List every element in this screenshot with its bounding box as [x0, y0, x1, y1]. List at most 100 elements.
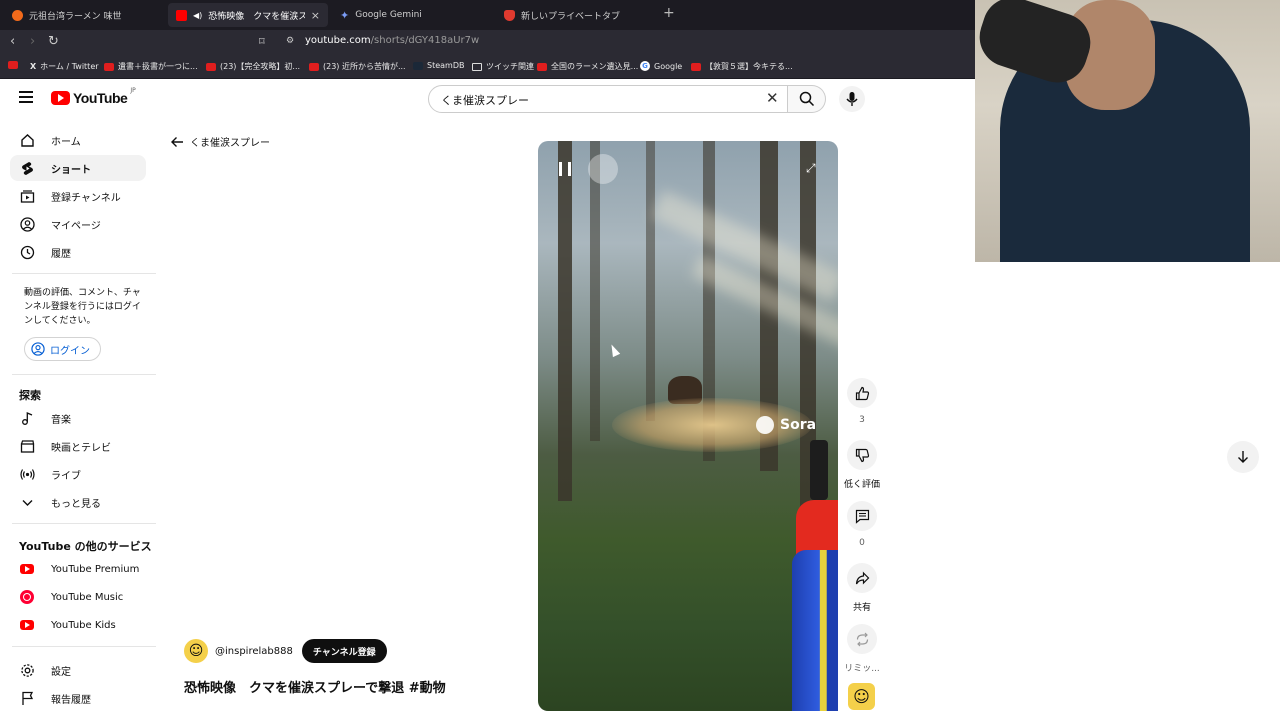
sidebar-item-label: 報告履歴 — [51, 694, 91, 706]
sidebar-item-label: ショート — [51, 164, 91, 176]
services-heading: YouTube の他のサービス — [19, 540, 152, 553]
tab-gemini[interactable]: ✦ Google Gemini — [332, 3, 492, 27]
sidebar-item-label: マイページ — [51, 220, 101, 232]
bookmark-item[interactable]: SteamDB — [413, 61, 464, 70]
sidebar-item-live[interactable]: ライブ — [10, 461, 146, 487]
sidebar-item-movies[interactable]: 映画とテレビ — [10, 433, 146, 459]
sidebar-item-youtube-kids[interactable]: YouTube Kids — [10, 612, 146, 638]
smiley-face-icon: ☺ — [853, 687, 870, 706]
bookmark-item[interactable]: 全国のラーメン遺込見... — [537, 61, 638, 72]
sidebar-item-settings[interactable]: 設定 — [10, 657, 146, 683]
remix-action: リミッ... — [844, 624, 880, 674]
sidebar-item-youtube-premium[interactable]: YouTube Premium — [10, 556, 146, 582]
comment-button[interactable] — [847, 501, 877, 531]
youtube-premium-icon — [19, 561, 35, 577]
remix-icon — [856, 632, 868, 646]
sidebar-item-more[interactable]: もっと見る — [10, 489, 146, 515]
volume-icon[interactable] — [588, 154, 618, 184]
search-input[interactable]: くま催涙スプレー — [428, 85, 788, 113]
youtube-logo[interactable]: YouTube JP — [51, 87, 136, 106]
sidebar-item-label: YouTube Kids — [51, 619, 116, 631]
bookmark-item[interactable]: 遺書＋扱書が一つに... — [104, 61, 198, 72]
tab-youtube-short[interactable]: ◀) 恐怖映像 クマを催涙スプレーで × — [168, 3, 328, 27]
youtube-favicon-icon — [691, 62, 701, 71]
fullscreen-icon[interactable]: ⤢ — [806, 161, 816, 176]
back-to-search[interactable]: くま催涙スプレー — [170, 134, 270, 149]
youtube-favicon-icon — [8, 61, 18, 69]
sidebar-item-label: YouTube Premium — [51, 563, 140, 575]
sora-logo-icon — [756, 416, 774, 434]
chevron-down-icon — [19, 494, 35, 510]
bookmark-item[interactable]: (23) 近所から苦情が... — [309, 61, 406, 72]
close-tab-icon[interactable]: × — [311, 9, 320, 22]
new-tab-icon[interactable]: + — [663, 5, 675, 21]
tab-private[interactable]: 新しいプライベートタブ — [496, 3, 656, 27]
login-button[interactable]: ログイン — [24, 337, 101, 361]
google-icon: G — [640, 61, 650, 71]
pause-icon[interactable] — [559, 162, 571, 176]
x-logo-icon: X — [30, 62, 37, 71]
sidebar-item-report-history[interactable]: 報告履歴 — [10, 685, 146, 711]
flag-icon — [19, 690, 35, 706]
video-title[interactable]: 恐怖映像 クマを催涙スプレーで撃退 #動物 — [184, 677, 446, 696]
sidebar-item-mypage[interactable]: マイページ — [10, 211, 146, 237]
menu-icon[interactable] — [19, 91, 33, 103]
sidebar-item-youtube-music[interactable]: YouTube Music — [10, 584, 146, 610]
settings-gear-icon — [19, 662, 35, 678]
bookmark-item[interactable]: 【敦賀５選】今キテる... — [691, 61, 793, 72]
search-icon — [799, 91, 814, 107]
clear-search-icon[interactable]: ✕ — [766, 89, 779, 107]
channel-handle[interactable]: @inspirelab888 — [215, 646, 293, 657]
sidebar-divider — [12, 646, 156, 647]
channel-avatar[interactable]: ☺ — [184, 639, 208, 663]
thumbs-down-icon — [855, 448, 869, 462]
subscribe-button[interactable]: チャンネル登録 — [301, 639, 387, 663]
bookmark-item[interactable]: (23)【完全攻略】初... — [206, 61, 300, 72]
voice-search-button[interactable] — [839, 86, 865, 112]
search-button[interactable] — [788, 85, 826, 113]
site-info-icon[interactable]: ⚙ — [286, 36, 294, 46]
account-circle-icon — [31, 342, 45, 356]
sidebar-item-label: 履歴 — [51, 248, 71, 260]
back-icon[interactable]: ‹ — [10, 34, 15, 49]
like-button[interactable] — [847, 378, 877, 408]
bookmark-icon[interactable]: ⌑ — [259, 35, 265, 48]
like-count: 3 — [859, 415, 865, 425]
dislike-action: 低く評価 — [844, 440, 881, 490]
sidebar-item-history[interactable]: 履歴 — [10, 239, 146, 265]
next-video-button[interactable] — [1227, 441, 1259, 473]
sidebar-item-subscriptions[interactable]: 登録チャンネル — [10, 183, 146, 209]
comment-icon — [855, 509, 869, 524]
bookmark-item[interactable]: G Google — [640, 61, 682, 71]
dislike-button[interactable] — [847, 440, 877, 470]
bookmark-item[interactable]: ツイッチ関連 — [472, 61, 534, 72]
arrow-down-icon — [1238, 451, 1248, 463]
forward-icon[interactable]: › — [30, 34, 35, 49]
dislike-label: 低く評価 — [844, 480, 881, 490]
channel-avatar-small[interactable]: ☺ — [848, 683, 875, 710]
audio-playing-icon: ◀) — [193, 10, 203, 20]
remix-label: リミッ... — [844, 664, 880, 674]
url-field[interactable]: youtube.com/shorts/dGY418aUr7w — [305, 35, 479, 46]
youtube-kids-icon — [19, 617, 35, 633]
youtube-header: YouTube JP くま催涙スプレー ✕ — [0, 79, 975, 121]
sidebar-item-label: YouTube Music — [51, 591, 124, 603]
remix-button[interactable] — [847, 624, 877, 654]
logo-text: YouTube — [73, 90, 128, 106]
bookmark-item[interactable] — [8, 61, 22, 69]
comment-count: 0 — [859, 538, 865, 548]
sidebar-item-music[interactable]: 音楽 — [10, 405, 146, 431]
tab-ramen[interactable]: 元祖台湾ラーメン 味世 — [4, 3, 164, 27]
youtube-music-icon — [19, 589, 35, 605]
clapperboard-icon — [19, 438, 35, 454]
sidebar-item-home[interactable]: ホーム — [10, 127, 146, 153]
youtube-favicon-icon — [206, 62, 216, 71]
bookmark-item[interactable]: X ホーム / Twitter — [30, 61, 99, 72]
sidebar-item-shorts[interactable]: ショート — [10, 155, 146, 181]
explore-heading: 探索 — [19, 389, 41, 402]
share-button[interactable] — [847, 563, 877, 593]
sidebar-item-label: 音楽 — [51, 414, 71, 426]
smiley-face-icon: ☺ — [188, 643, 204, 659]
reload-icon[interactable]: ↻ — [48, 34, 59, 49]
watermark-text: Sora — [780, 417, 817, 433]
